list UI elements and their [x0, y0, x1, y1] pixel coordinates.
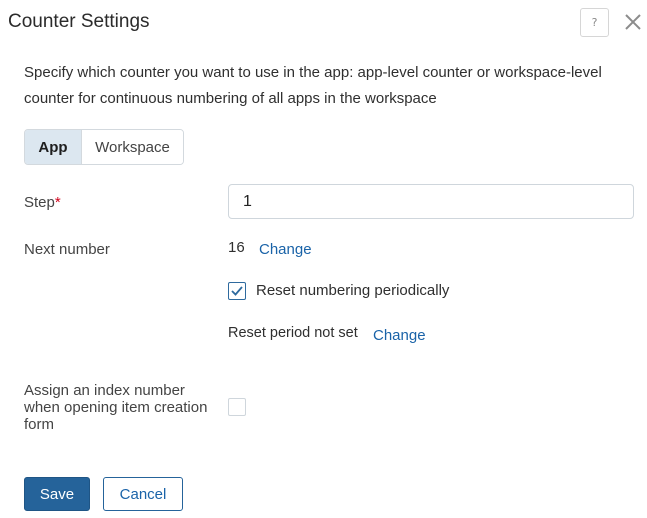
step-input[interactable] — [228, 184, 634, 219]
assign-index-label: Assign an index number when opening item… — [24, 382, 208, 433]
help-button[interactable]: ? — [580, 8, 609, 37]
counter-scope-toggle: App Workspace — [24, 129, 184, 165]
reset-numbering-label: Reset numbering periodically — [256, 282, 450, 299]
required-mark: * — [54, 194, 61, 211]
close-x-icon — [625, 14, 641, 30]
dialog-description: Specify which counter you want to use in… — [24, 64, 602, 107]
step-label: Step* — [24, 194, 61, 211]
question-mark-icon: ? — [591, 16, 598, 29]
next-number-value: 16 — [228, 239, 245, 256]
next-number-label: Next number — [24, 241, 110, 258]
reset-numbering-checkbox[interactable] — [228, 282, 246, 300]
scope-option-workspace[interactable]: Workspace — [82, 130, 183, 164]
next-number-change-link[interactable]: Change — [259, 241, 312, 258]
cancel-button[interactable]: Cancel — [103, 477, 183, 511]
assign-index-checkbox[interactable] — [228, 398, 246, 416]
reset-period-text: Reset period not set — [228, 325, 358, 341]
save-button[interactable]: Save — [24, 477, 90, 511]
dialog-title: Counter Settings — [8, 11, 150, 32]
close-button[interactable] — [621, 10, 645, 34]
step-label-text: Step — [24, 194, 55, 211]
checkmark-icon — [231, 286, 243, 296]
scope-option-app[interactable]: App — [25, 130, 82, 164]
reset-period-change-link[interactable]: Change — [373, 327, 426, 344]
